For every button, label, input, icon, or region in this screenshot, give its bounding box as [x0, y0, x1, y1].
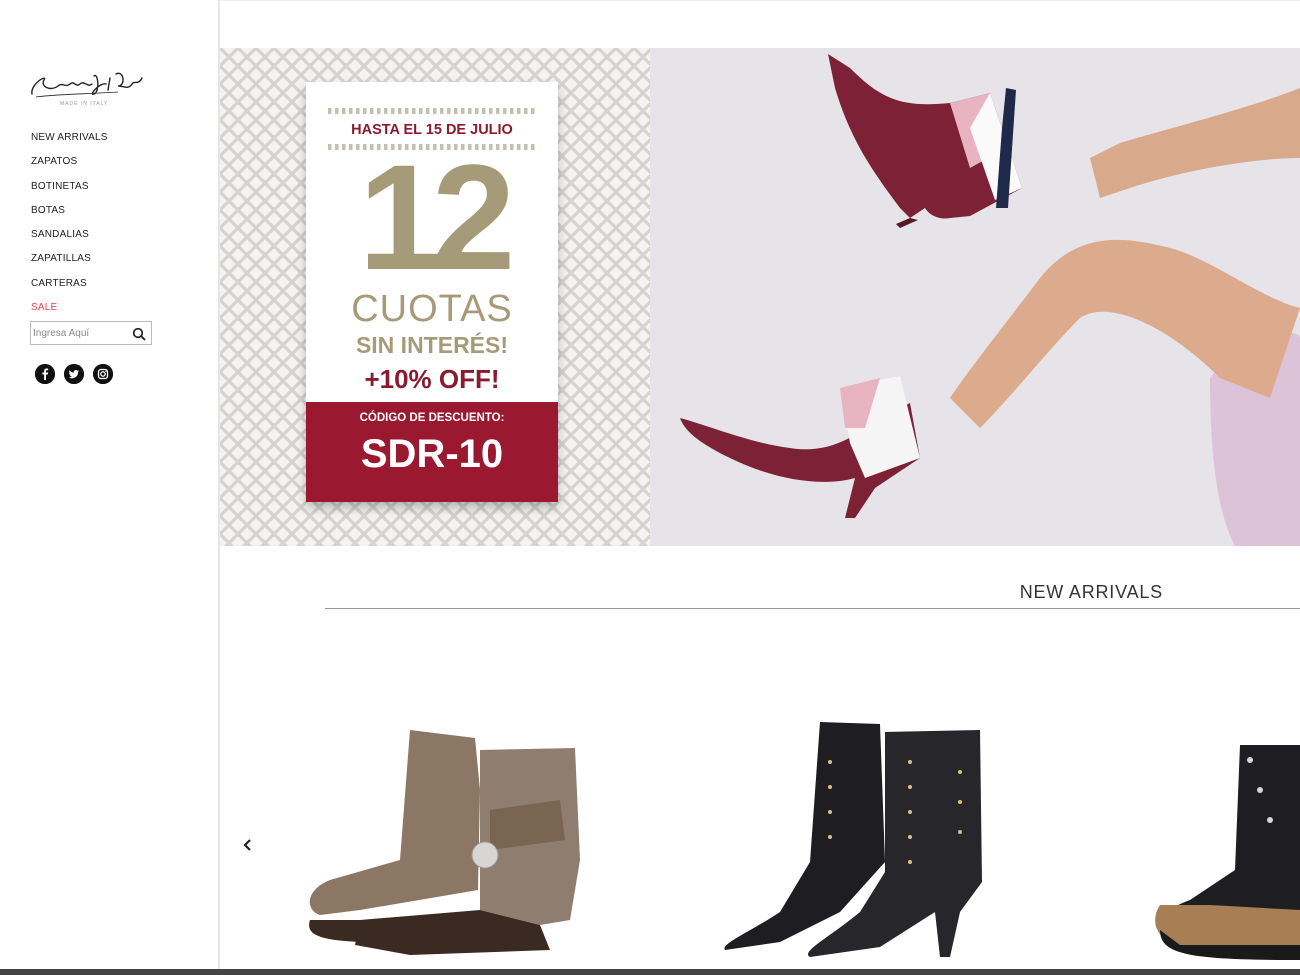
product-card-black-studded-boot[interactable]: [1150, 740, 1300, 965]
twitter-icon[interactable]: [64, 364, 84, 384]
sidebar: MADE IN ITALY NEW ARRIVALS ZAPATOS BOTIN…: [0, 0, 220, 975]
nav-item-zapatillas[interactable]: ZAPATILLAS: [31, 247, 108, 271]
brand-tagline: MADE IN ITALY: [60, 101, 109, 107]
promo-discount: +10% OFF!: [364, 364, 500, 394]
top-bar: [220, 0, 1300, 49]
promo-sin-interes: SIN INTERÉS!: [355, 332, 509, 358]
bottom-edge: [0, 969, 1300, 975]
search-input[interactable]: [33, 324, 129, 342]
nav-item-new-arrivals[interactable]: NEW ARRIVALS: [31, 126, 108, 150]
nav-item-carteras[interactable]: CARTERAS: [31, 272, 108, 296]
instagram-icon[interactable]: [93, 364, 113, 384]
social-links: [35, 364, 113, 384]
product-card-black-lace-boot[interactable]: [720, 712, 990, 962]
discount-code-box: CÓDIGO DE DESCUENTO: SDR-10: [306, 402, 558, 502]
nav-item-botas[interactable]: BOTAS: [31, 199, 108, 223]
discount-code-label: CÓDIGO DE DESCUENTO:: [359, 412, 505, 424]
promo-banner[interactable]: HASTA EL 15 DE JULIO 12 CUOTAS SIN INTER…: [220, 48, 1300, 546]
nav-item-zapatos[interactable]: ZAPATOS: [31, 150, 108, 174]
chevron-left-icon[interactable]: [241, 836, 255, 854]
search-box: [30, 321, 152, 345]
search-icon[interactable]: [132, 327, 146, 341]
section-divider: [325, 608, 1300, 609]
section-title: NEW ARRIVALS: [1019, 582, 1163, 602]
nav-item-botinetas[interactable]: BOTINETAS: [31, 175, 108, 199]
promo-card: HASTA EL 15 DE JULIO 12 CUOTAS SIN INTER…: [306, 82, 558, 502]
main-nav: NEW ARRIVALS ZAPATOS BOTINETAS BOTAS SAN…: [31, 126, 108, 320]
nav-item-sandalias[interactable]: SANDALIAS: [31, 223, 108, 247]
promo-cuotas: CUOTAS: [351, 288, 513, 330]
promo-number: 12: [358, 133, 516, 301]
nav-item-sale[interactable]: SALE: [31, 296, 108, 320]
promo-divider: [328, 108, 536, 114]
facebook-icon[interactable]: [35, 364, 55, 384]
brand-logo-script: [31, 72, 143, 98]
banner-photo-legs-boots: [650, 48, 1300, 546]
brand-logo[interactable]: MADE IN ITALY: [28, 64, 148, 110]
product-card-brown-boot[interactable]: [300, 720, 590, 960]
discount-code: SDR-10: [360, 432, 504, 476]
